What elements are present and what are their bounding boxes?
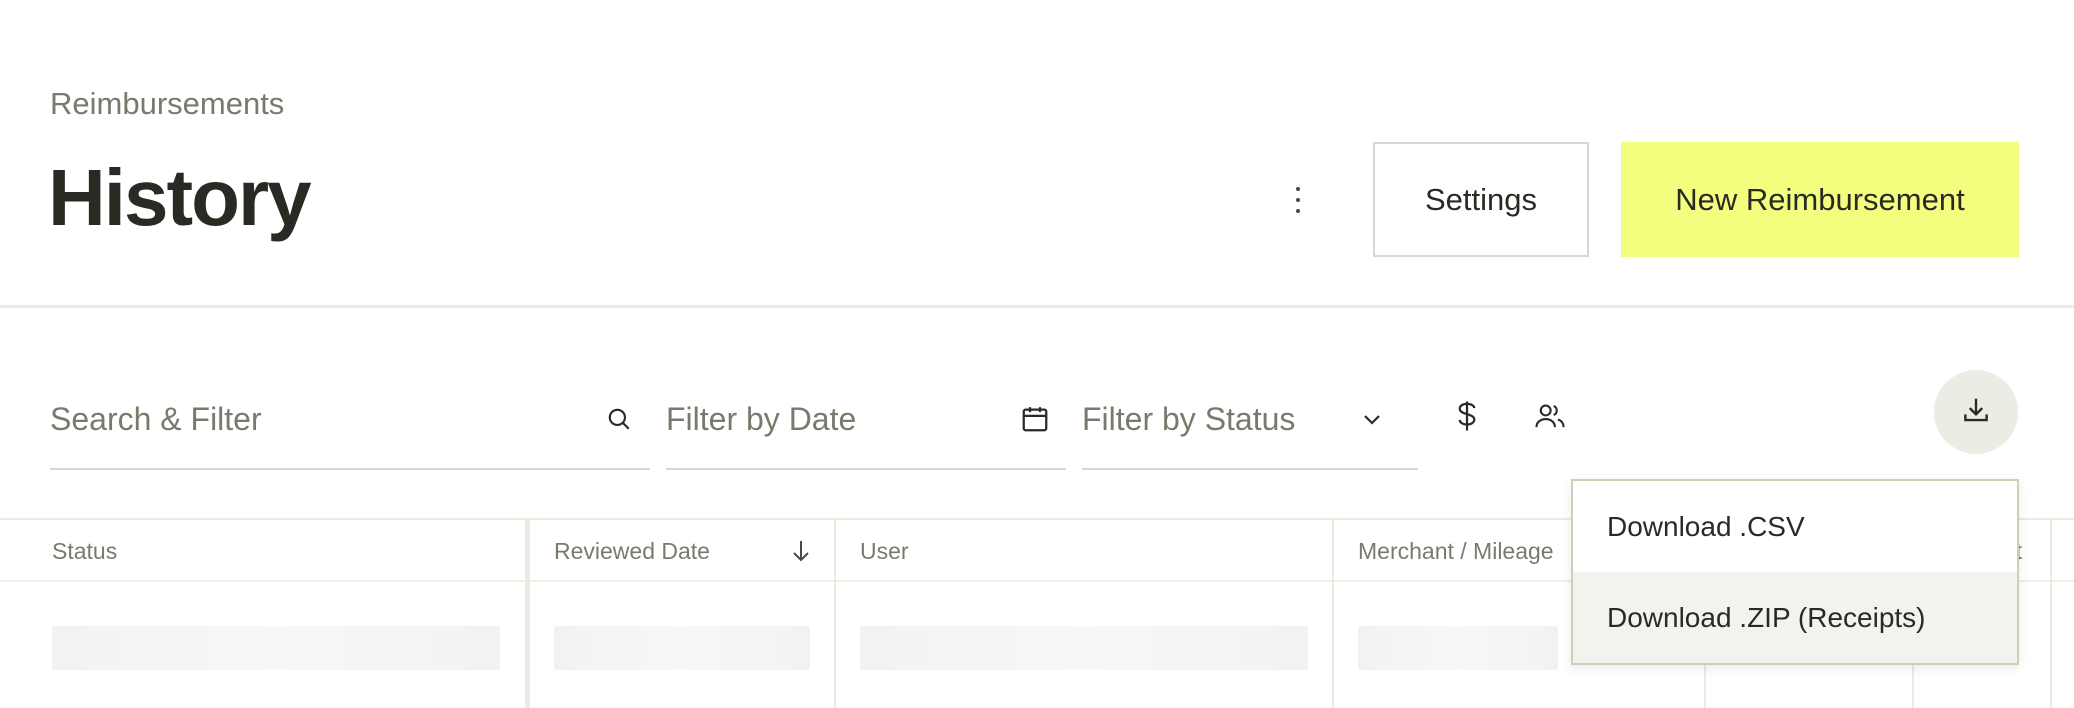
column-divider [2050,520,2052,708]
user-filter-button[interactable] [1524,392,1576,444]
skeleton-placeholder [860,626,1308,670]
column-header-user[interactable]: User [836,520,1332,582]
column-header-status[interactable]: Status [28,520,523,582]
download-zip-item[interactable]: Download .ZIP (Receipts) [1573,572,2017,663]
skeleton-placeholder [52,626,500,670]
header-divider [0,305,2074,308]
kebab-dot [1296,198,1300,202]
new-reimbursement-button[interactable]: New Reimbursement [1621,142,2019,257]
column-header-label: Status [52,537,118,564]
download-csv-item[interactable]: Download .CSV [1573,481,2017,572]
dollar-icon [1452,399,1482,438]
chevron-down-icon[interactable] [1360,407,1384,431]
arrow-down-icon[interactable] [790,539,812,563]
status-filter-field[interactable]: Filter by Status [1082,370,1418,470]
column-header-label: Merchant / Mileage [1358,537,1554,564]
column-divider [525,520,530,708]
settings-button[interactable]: Settings [1373,142,1589,257]
column-divider [1332,520,1334,708]
search-input[interactable]: Search & Filter [50,401,606,438]
column-divider [834,520,836,708]
column-header-reviewed-date[interactable]: Reviewed Date [530,520,834,582]
skeleton-placeholder [554,626,810,670]
kebab-dot [1296,209,1300,213]
column-header-label: Reviewed Date [554,537,710,564]
date-filter-field[interactable]: Filter by Date [666,370,1066,470]
amount-filter-button[interactable] [1441,392,1493,444]
status-filter-select[interactable]: Filter by Status [1082,401,1360,438]
search-icon[interactable] [606,406,632,432]
users-icon [1534,401,1566,436]
column-header-label: User [860,537,909,564]
date-filter-input[interactable]: Filter by Date [666,401,1020,438]
search-filter-field[interactable]: Search & Filter [50,370,650,470]
breadcrumb[interactable]: Reimbursements [50,86,284,122]
calendar-icon[interactable] [1020,404,1050,434]
skeleton-placeholder [1358,626,1558,670]
download-menu: Download .CSV Download .ZIP (Receipts) [1571,479,2019,665]
download-icon [1961,395,1991,430]
kebab-vertical-icon [1296,187,1300,191]
page-title: History [48,153,312,242]
more-options-button[interactable] [1282,178,1314,222]
download-button[interactable] [1934,370,2018,454]
